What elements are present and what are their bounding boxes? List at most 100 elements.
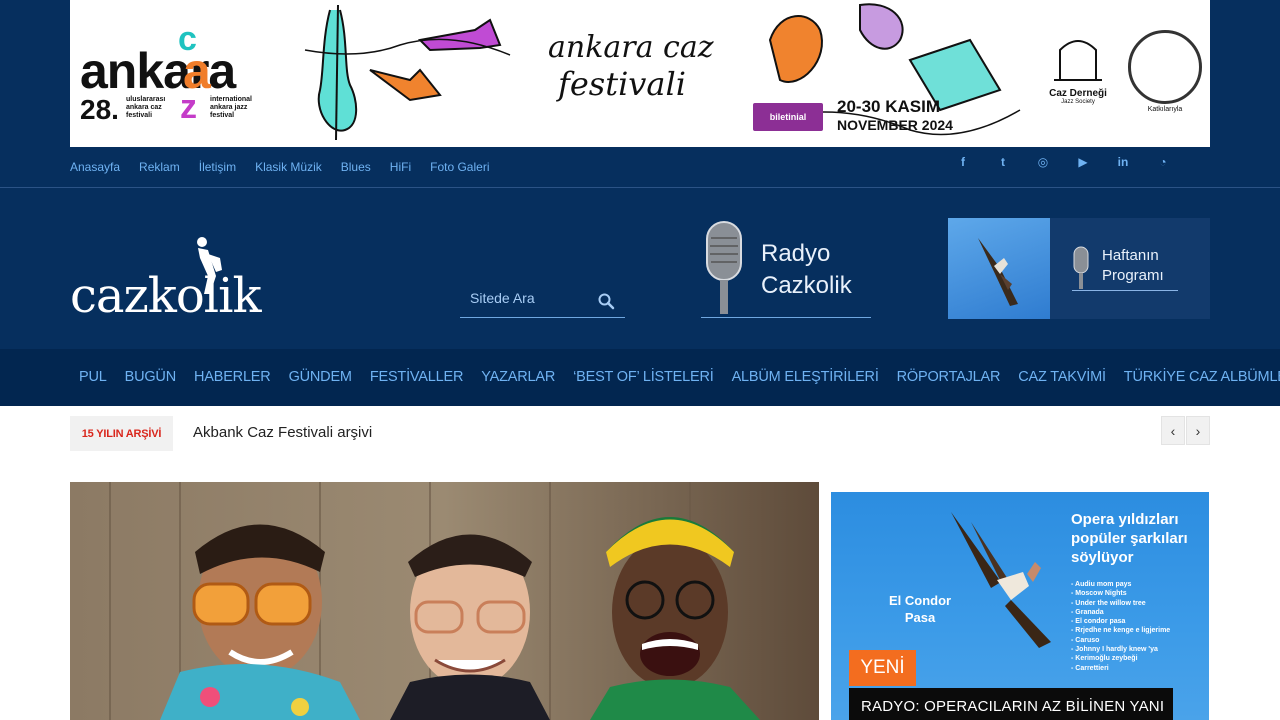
banner-instruments-illustration [304,4,511,141]
banner-small-en-2: ankara jazz [210,104,248,111]
nav-item-bugun[interactable]: BUGÜN [116,349,185,406]
ad-title: Opera yıldızları popüler şarkıları söylü… [1071,510,1188,567]
opera-radio-ad[interactable]: Opera yıldızları popüler şarkıları söylü… [831,492,1209,720]
radyo-title: Radyo Cazkolik [761,238,852,302]
caz-dernegi-icon [1054,40,1102,81]
ad-title-line-1: Opera yıldızları [1071,511,1179,528]
youtube-icon[interactable]: ▶ [1075,154,1091,170]
ticker-prev-button[interactable]: ‹ [1161,416,1185,445]
top-link-hifi[interactable]: HiFi [390,158,411,176]
banner-date-en: NOVEMBER 2024 [837,117,953,133]
biletinial-badge: biletinial [753,103,823,131]
banner-script-line-2: festivali [558,65,686,103]
ad-song: - Carrettieri [1071,664,1109,672]
ad-song: - Caruso [1071,636,1100,644]
society-name: Caz Derneği [1049,88,1107,99]
ad-condor-line-1: El Condor [889,593,952,608]
microphone-icon [706,221,742,314]
caz-dernegi-logo: Caz Derneği Jazz Society [1038,30,1118,105]
nav-item-turkiye-caz-albumleri[interactable]: TÜRKİYE CAZ ALBÜMLERİ [1115,349,1280,406]
header-divider [0,187,1280,188]
search-icon[interactable] [597,292,615,310]
ad-title-line-2: popüler şarkıları [1071,530,1188,547]
top-link-foto-galeri[interactable]: Foto Galeri [430,158,489,176]
nav-item-festivaller[interactable]: FESTİVALLER [361,349,472,406]
program-underline [1072,290,1178,291]
ankara-caz-logo: ankara c a z 28. uluslararası ankara caz… [80,20,270,126]
ad-song: - Under the willow tree [1071,599,1146,607]
nav-item-gundem[interactable]: GÜNDEM [280,349,361,406]
nav-item-pul[interactable]: PUL [70,349,116,406]
linkedin-icon[interactable]: in [1115,154,1131,170]
banner-date-tr: 20-30 KASIM [837,97,940,116]
banner-small-tr-1: uluslararası [126,96,166,103]
banner-small-tr-3: festivali [126,112,153,119]
ad-song: - Johnny I hardly knew 'ya [1071,646,1158,654]
ad-song: - Moscow Nights [1071,590,1127,598]
top-links-nav: Anasayfa Reklam İletişim Klasik Müzik Bl… [70,158,489,176]
nav-item-yazarlar[interactable]: YAZARLAR [472,349,564,406]
condor-illustration [951,512,1051,648]
ministry-seal-icon [1128,30,1202,104]
nav-item-best-of[interactable]: ‘BEST OF’ LİSTELERİ [564,349,722,406]
radyo-title-line-2: Cazkolik [761,272,852,299]
ad-song: - Kerimoğlu zeybeği [1071,655,1138,663]
top-link-blues[interactable]: Blues [341,158,371,176]
ad-condor-line-2: Pasa [904,610,936,625]
top-link-anasayfa[interactable]: Anasayfa [70,158,120,176]
nav-item-roportajlar[interactable]: RÖPORTAJLAR [888,349,1010,406]
ad-song: - Rrjedhe ne kenge e ligjerime [1071,627,1171,635]
banner-small-en-3: festival [210,112,235,119]
society-name-en: Jazz Society [1061,99,1095,105]
ad-headline: RADYO: OPERACILARIN AZ BİLİNEN YANI [849,688,1173,720]
ad-song: - Audiu mom pays [1071,581,1132,588]
three-musicians-photo [70,482,819,720]
banner-small-tr: uluslararası ankara caz festivali [126,96,165,120]
featured-article-photo[interactable] [70,482,819,720]
condor-icon [978,238,1018,306]
site-logo-text: cazkolik [70,268,262,324]
ticker-label: 15 YILIN ARŞİVİ [70,416,173,451]
banner-dates: 20-30 KASIM NOVEMBER 2024 [837,98,953,134]
new-badge: YENİ [849,650,916,686]
top-link-iletisim[interactable]: İletişim [199,158,236,176]
social-links: f t ◎ ▶ in ◔ [955,154,1171,170]
banner-logo-letter-z: z [180,88,197,126]
banner-small-tr-2: ankara caz [126,104,162,111]
banner-logo-word: ankara [80,43,236,99]
ticker-next-button[interactable]: › [1186,416,1210,445]
nav-item-haberler[interactable]: HABERLER [185,349,280,406]
ad-song: - Granada [1071,608,1104,616]
weekly-program-title: Haftanın Programı [1102,246,1164,286]
festival-banner-ad[interactable]: ankara c a z 28. uluslararası ankara caz… [70,0,1210,147]
nav-item-caz-takvimi[interactable]: CAZ TAKVİMİ [1009,349,1115,406]
site-search [460,284,625,318]
program-line-2: Programı [1102,267,1164,284]
facebook-icon[interactable]: f [955,154,971,170]
radyo-title-line-1: Radyo [761,240,831,267]
banner-small-en-1: international [210,96,253,103]
nav-item-album-elestirileri[interactable]: ALBÜM ELEŞTİRİLERİ [723,349,888,406]
instagram-icon[interactable]: ◎ [1035,154,1051,170]
main-nav: PUL BUGÜN HABERLER GÜNDEM FESTİVALLER YA… [0,349,1280,406]
search-input[interactable] [470,284,595,312]
weekly-program-link[interactable]: Haftanın Programı [948,218,1210,319]
banner-small-en: international ankara jazz festival [210,96,252,120]
radyo-cazkolik-link[interactable]: Radyo Cazkolik [701,216,871,318]
top-link-klasik-muzik[interactable]: Klasik Müzik [255,158,322,176]
cazkolik-logo[interactable]: cazkolik [70,236,262,320]
program-line-1: Haftanın [1102,247,1159,264]
rss-icon[interactable]: ◔ [1155,154,1171,170]
banner-script-line-1: ankara caz [548,30,714,65]
program-microphone-icon [1073,246,1089,289]
twitter-icon[interactable]: t [995,154,1011,170]
ticker-headline[interactable]: Akbank Caz Festivali arşivi [193,424,372,441]
ad-condor-label: El Condor Pasa [889,592,951,626]
top-link-reklam[interactable]: Reklam [139,158,180,176]
banner-script-title: ankara caz festivali [548,30,748,103]
condor-thumbnail [948,218,1050,319]
ad-song: - El condor pasa [1071,618,1126,626]
ad-song-list: - Audiu mom pays - Moscow Nights - Under… [1071,580,1170,673]
banner-edition: 28. [80,94,119,125]
ad-title-line-3: söylüyor [1071,549,1134,566]
